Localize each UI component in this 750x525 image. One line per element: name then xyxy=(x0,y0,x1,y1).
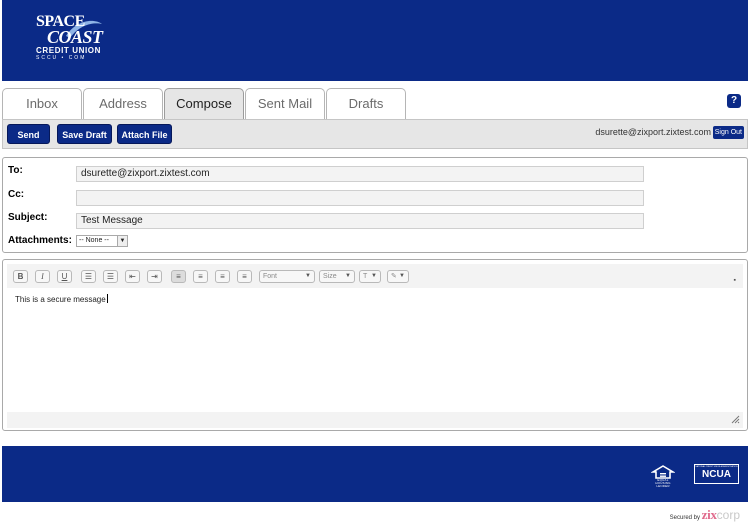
message-body[interactable]: This is a secure message xyxy=(7,288,743,412)
compose-page: SPACE COAST CREDIT UNION SCCU • COM Inbo… xyxy=(0,0,750,525)
attachments-selected-value: -- None -- xyxy=(79,237,109,244)
cc-label: Cc: xyxy=(8,189,25,200)
align-right-icon[interactable]: ≡ xyxy=(215,270,230,283)
cc-field[interactable] xyxy=(76,190,644,206)
tab-sent-mail[interactable]: Sent Mail xyxy=(245,88,325,120)
underline-icon[interactable]: U xyxy=(57,270,72,283)
sign-out-button[interactable]: Sign Out xyxy=(712,126,744,139)
space-coast-logo[interactable]: SPACE COAST CREDIT UNION SCCU • COM xyxy=(34,14,114,62)
collapse-toolbar-icon[interactable]: ▪ xyxy=(734,277,736,284)
site-footer: EQUAL HOUSING LENDER NATIONAL CREDIT UNI… xyxy=(2,446,748,502)
attach-file-button[interactable]: Attach File xyxy=(117,124,172,144)
highlight-color-select[interactable]: ✎ ▼ xyxy=(387,270,409,283)
equal-housing-lender-icon: EQUAL HOUSING LENDER xyxy=(650,465,676,488)
message-body-text: This is a secure message xyxy=(15,295,106,304)
mail-tabs: Inbox Address Compose Sent Mail Drafts ? xyxy=(2,86,748,120)
subject-field[interactable]: Test Message xyxy=(76,213,644,229)
attachments-select[interactable]: -- None -- ▼ xyxy=(76,235,128,247)
to-field[interactable]: dsurette@zixport.zixtest.com xyxy=(76,166,644,182)
font-select[interactable]: Font ▼ xyxy=(259,270,315,283)
site-header: SPACE COAST CREDIT UNION SCCU • COM xyxy=(2,0,748,81)
text-cursor xyxy=(106,294,108,303)
user-email: dsurette@zixport.zixtest.com xyxy=(595,127,711,137)
ncua-badge: NATIONAL CREDIT UNION ADMINISTRATION NCU… xyxy=(694,464,739,484)
italic-icon[interactable]: I xyxy=(35,270,50,283)
chevron-down-icon: ▼ xyxy=(345,273,351,279)
ncua-label: NCUA xyxy=(702,469,731,480)
outdent-icon[interactable]: ⇤ xyxy=(125,270,140,283)
logo-line-4: SCCU • COM xyxy=(36,55,87,61)
corp-logo-text: corp xyxy=(716,508,740,522)
save-draft-button[interactable]: Save Draft xyxy=(57,124,112,144)
attachments-label: Attachments: xyxy=(8,235,72,246)
zix-logo-text: zix xyxy=(701,507,717,522)
indent-icon[interactable]: ⇥ xyxy=(147,270,162,283)
message-editor: B I U ☰ ☰ ⇤ ⇥ ≡ ≡ ≡ ≡ Font ▼ Size ▼ T ▼ xyxy=(2,259,748,431)
size-select[interactable]: Size ▼ xyxy=(319,270,355,283)
chevron-down-icon[interactable]: ▼ xyxy=(117,236,127,246)
size-select-label: Size xyxy=(323,273,337,280)
chevron-down-icon: ▼ xyxy=(305,273,311,279)
ordered-list-icon[interactable]: ☰ xyxy=(81,270,96,283)
logo-line-2: COAST xyxy=(47,27,103,47)
tab-address[interactable]: Address xyxy=(83,88,163,120)
text-color-icon: T xyxy=(363,273,368,280)
bold-icon[interactable]: B xyxy=(13,270,28,283)
tab-drafts[interactable]: Drafts xyxy=(326,88,406,120)
tab-inbox[interactable]: Inbox xyxy=(2,88,82,120)
secured-by-label: Secured by xyxy=(669,515,700,521)
highlight-icon: ✎ xyxy=(391,273,397,280)
align-left-icon[interactable]: ≡ xyxy=(171,270,186,283)
chevron-down-icon: ▼ xyxy=(399,273,405,279)
bullet-list-icon[interactable]: ☰ xyxy=(103,270,118,283)
text-color-select[interactable]: T ▼ xyxy=(359,270,381,283)
send-button[interactable]: Send xyxy=(7,124,50,144)
message-header-fields: To: dsurette@zixport.zixtest.com Cc: Sub… xyxy=(2,157,748,253)
compose-toolbar: Send Save Draft Attach File dsurette@zix… xyxy=(2,119,748,149)
help-button[interactable]: ? xyxy=(727,94,741,108)
secured-by-zixcorp[interactable]: Secured by zixcorp xyxy=(670,507,740,523)
font-select-label: Font xyxy=(263,273,278,280)
chevron-down-icon: ▼ xyxy=(371,273,377,279)
editor-statusbar xyxy=(7,412,743,428)
logo-line-3: CREDIT UNION xyxy=(36,46,101,55)
equal-housing-text: EQUAL HOUSING LENDER xyxy=(655,478,671,488)
to-label: To: xyxy=(8,165,23,176)
resize-handle-icon[interactable] xyxy=(731,415,740,424)
align-justify-icon[interactable]: ≡ xyxy=(237,270,252,283)
align-center-icon[interactable]: ≡ xyxy=(193,270,208,283)
tab-compose[interactable]: Compose xyxy=(164,88,244,120)
editor-toolbar: B I U ☰ ☰ ⇤ ⇥ ≡ ≡ ≡ ≡ Font ▼ Size ▼ T ▼ xyxy=(7,264,743,288)
subject-label: Subject: xyxy=(8,212,48,223)
